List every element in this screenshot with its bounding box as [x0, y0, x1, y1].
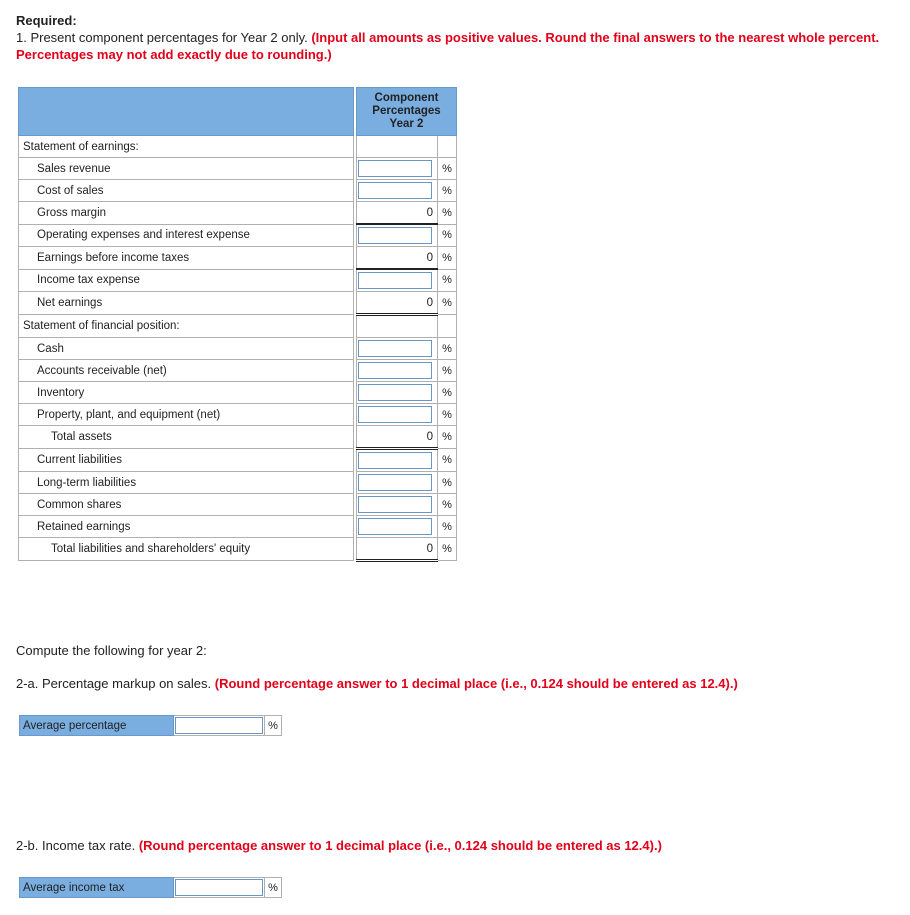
percentage-input[interactable]	[358, 340, 432, 357]
percent-symbol: %	[437, 537, 457, 561]
row-label: Income tax expense	[18, 268, 354, 292]
percentage-input[interactable]	[358, 496, 432, 513]
answer-2a-table: Average percentage %	[19, 715, 282, 736]
table-row: Operating expenses and interest expense%	[18, 223, 457, 247]
row-label: Gross margin	[18, 201, 354, 225]
row-label: Statement of financial position:	[18, 314, 354, 338]
average-income-tax-input[interactable]	[175, 879, 263, 896]
row-label: Statement of earnings:	[18, 135, 354, 158]
answer-2b-table: Average income tax %	[19, 877, 282, 898]
row-label: Inventory	[18, 381, 354, 404]
table-row: Income tax expense%	[18, 268, 457, 292]
computed-value: 0	[356, 537, 438, 562]
percent-symbol: %	[437, 471, 457, 494]
table-header-row: Component Percentages Year 2	[18, 87, 457, 136]
row-label: Common shares	[18, 493, 354, 516]
instruction-text: 1. Present component percentages for Yea…	[16, 30, 880, 62]
percent-symbol: %	[437, 179, 457, 202]
percent-symbol: %	[437, 425, 457, 449]
percentage-input[interactable]	[358, 384, 432, 401]
table-row: Inventory%	[18, 381, 457, 404]
row-label: Earnings before income taxes	[18, 246, 354, 270]
row-label: Property, plant, and equipment (net)	[18, 403, 354, 426]
percent-symbol: %	[437, 223, 457, 247]
percent-symbol: %	[437, 515, 457, 538]
row-label: Accounts receivable (net)	[18, 359, 354, 382]
percent-symbol: %	[437, 493, 457, 516]
table-row: Gross margin 0%	[18, 201, 457, 225]
percentage-input[interactable]	[358, 406, 432, 423]
average-income-tax-label: Average income tax	[19, 877, 174, 898]
table-row: Common shares%	[18, 493, 457, 516]
table-row: Accounts receivable (net)%	[18, 359, 457, 382]
row-label: Long-term liabilities	[18, 471, 354, 494]
column-header-year2: Component Percentages Year 2	[356, 87, 457, 136]
question-2b: 2-b. Income tax rate. (Round percentage …	[16, 838, 662, 853]
table-row: Statement of earnings:	[18, 135, 457, 158]
row-label: Retained earnings	[18, 515, 354, 538]
percentage-input[interactable]	[358, 227, 432, 244]
percentage-input[interactable]	[358, 474, 432, 491]
empty-cell	[356, 135, 438, 158]
row-label: Cost of sales	[18, 179, 354, 202]
required-heading: Required:	[16, 13, 77, 28]
row-label: Cash	[18, 337, 354, 360]
row-label: Sales revenue	[18, 157, 354, 180]
percentage-input[interactable]	[358, 160, 432, 177]
table-row: Long-term liabilities%	[18, 471, 457, 494]
computed-value: 0	[356, 246, 438, 270]
percentage-input[interactable]	[358, 518, 432, 535]
percentage-input[interactable]	[358, 452, 432, 469]
row-label: Net earnings	[18, 291, 354, 315]
table-row: Sales revenue%	[18, 157, 457, 180]
row-label: Operating expenses and interest expense	[18, 223, 354, 247]
compute-intro: Compute the following for year 2:	[16, 643, 207, 658]
row-label: Total liabilities and shareholders' equi…	[18, 537, 354, 561]
question-2a: 2-a. Percentage markup on sales. (Round …	[16, 676, 738, 691]
instructions: Required: 1. Present component percentag…	[16, 12, 896, 63]
row-label: Current liabilities	[18, 448, 354, 472]
row-label: Total assets	[18, 425, 354, 449]
average-percentage-label: Average percentage	[19, 715, 174, 736]
table-row: Retained earnings%	[18, 515, 457, 538]
percent-symbol: %	[437, 157, 457, 180]
percent-symbol: %	[437, 403, 457, 426]
table-row: Earnings before income taxes 0%	[18, 246, 457, 270]
percent-symbol: %	[437, 268, 457, 292]
table-row: Total assets 0%	[18, 425, 457, 450]
percent-symbol: %	[437, 291, 457, 315]
table-row: Statement of financial position:	[18, 314, 457, 338]
table-row: Cost of sales%	[18, 179, 457, 202]
empty-cell	[356, 314, 438, 338]
percentage-input[interactable]	[358, 272, 432, 289]
percent-symbol: %	[437, 246, 457, 270]
table-row: Total liabilities and shareholders' equi…	[18, 537, 457, 562]
empty-cell	[437, 135, 457, 158]
percent-symbol: %	[264, 877, 282, 898]
computed-value: 0	[356, 425, 438, 450]
average-percentage-input[interactable]	[175, 717, 263, 734]
table-row: Net earnings 0%	[18, 291, 457, 316]
percent-symbol: %	[437, 448, 457, 472]
percent-symbol: %	[264, 715, 282, 736]
component-percentages-table: Component Percentages Year 2 Statement o…	[18, 87, 457, 562]
table-row: Cash%	[18, 337, 457, 360]
percent-symbol: %	[437, 337, 457, 360]
percent-symbol: %	[437, 381, 457, 404]
table-row: Property, plant, and equipment (net)%	[18, 403, 457, 426]
computed-value: 0	[356, 201, 438, 225]
percent-symbol: %	[437, 359, 457, 382]
table-row: Current liabilities%	[18, 448, 457, 472]
percentage-input[interactable]	[358, 362, 432, 379]
empty-cell	[437, 314, 457, 338]
header-blank-cell	[18, 87, 354, 136]
percentage-input[interactable]	[358, 182, 432, 199]
percent-symbol: %	[437, 201, 457, 225]
computed-value: 0	[356, 291, 438, 316]
